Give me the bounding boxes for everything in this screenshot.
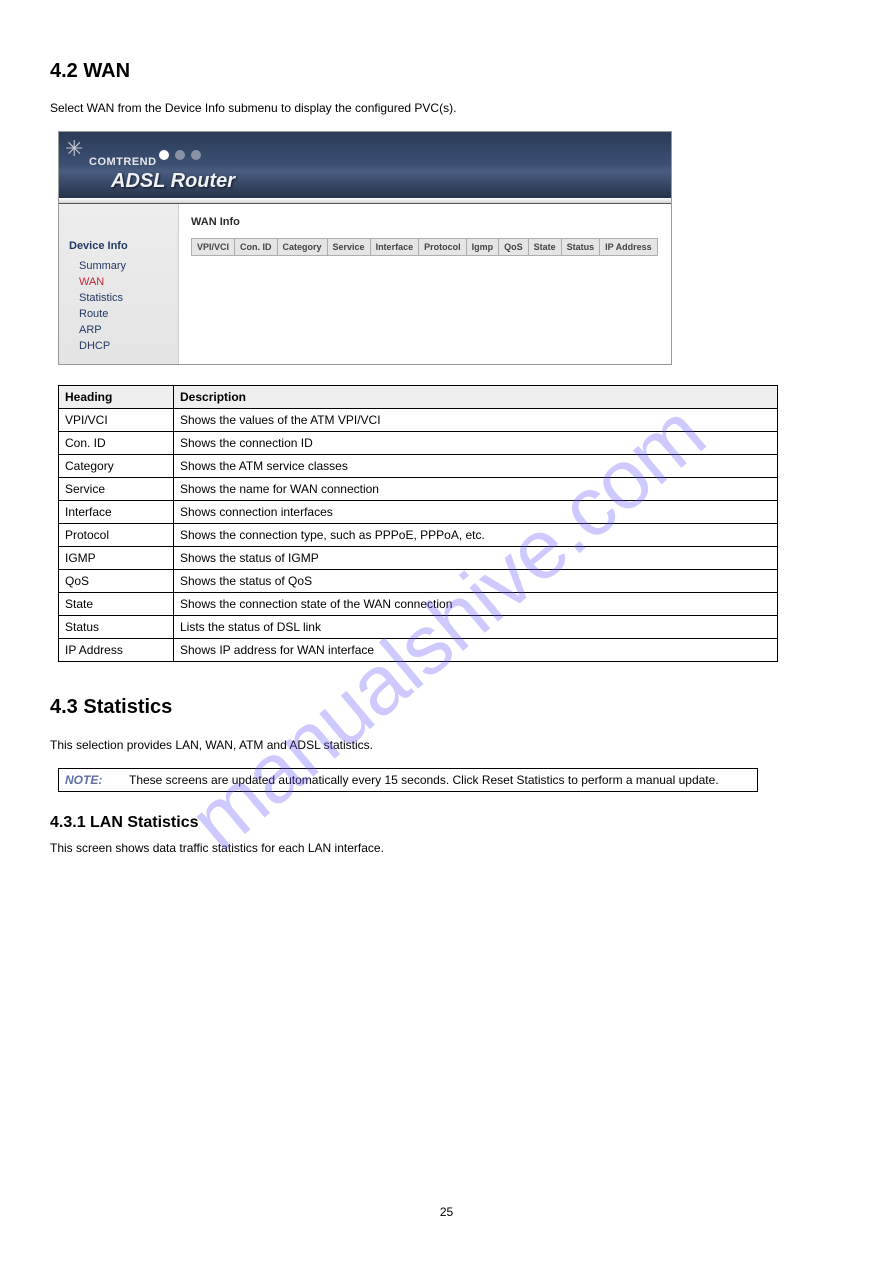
router-screenshot: ✳ COMTREND ADSL Router Device Info Summa…: [58, 131, 672, 365]
table-row: IGMPShows the status of IGMP: [59, 547, 778, 570]
cell-heading: IGMP: [59, 547, 174, 570]
desc-th-heading: Heading: [59, 386, 174, 409]
wan-info-title: WAN Info: [191, 216, 661, 228]
cell-desc: Shows the name for WAN connection: [174, 478, 778, 501]
table-row: StatusLists the status of DSL link: [59, 616, 778, 639]
cell-heading: QoS: [59, 570, 174, 593]
section-heading-statistics: 4.3 Statistics: [50, 696, 843, 719]
cell-heading: VPI/VCI: [59, 409, 174, 432]
nav-item-route[interactable]: Route: [79, 306, 178, 322]
nav-item-wan[interactable]: WAN: [79, 274, 178, 290]
table-row: CategoryShows the ATM service classes: [59, 455, 778, 478]
cell-heading: State: [59, 593, 174, 616]
cell-heading: Category: [59, 455, 174, 478]
note-box: NOTE: These screens are updated automati…: [58, 768, 758, 792]
wan-col-qos: QoS: [499, 239, 529, 256]
cell-heading: Interface: [59, 501, 174, 524]
desc-th-description: Description: [174, 386, 778, 409]
cell-desc: Shows connection interfaces: [174, 501, 778, 524]
nav-item-dhcp[interactable]: DHCP: [79, 338, 178, 354]
router-sidebar: Device Info Summary WAN Statistics Route…: [59, 204, 179, 364]
cell-heading: IP Address: [59, 639, 174, 662]
nav-item-summary[interactable]: Summary: [79, 258, 178, 274]
cell-desc: Shows IP address for WAN interface: [174, 639, 778, 662]
table-row: VPI/VCIShows the values of the ATM VPI/V…: [59, 409, 778, 432]
table-row: ProtocolShows the connection type, such …: [59, 524, 778, 547]
table-row: QoSShows the status of QoS: [59, 570, 778, 593]
subsection-heading-lan-stats: 4.3.1 LAN Statistics: [50, 814, 843, 832]
section-heading-wan: 4.2 WAN: [50, 60, 843, 83]
nav-heading-device-info[interactable]: Device Info: [69, 240, 178, 252]
nav-item-arp[interactable]: ARP: [79, 322, 178, 338]
router-brand: COMTREND: [89, 156, 157, 168]
router-banner: ✳ COMTREND ADSL Router: [59, 132, 671, 204]
wan-col-service: Service: [327, 239, 370, 256]
cell-desc: Shows the ATM service classes: [174, 455, 778, 478]
cell-heading: Con. ID: [59, 432, 174, 455]
table-row: ServiceShows the name for WAN connection: [59, 478, 778, 501]
cell-desc: Shows the status of IGMP: [174, 547, 778, 570]
wan-col-conid: Con. ID: [235, 239, 278, 256]
router-model-title: ADSL Router: [111, 170, 235, 193]
cell-desc: Shows the values of the ATM VPI/VCI: [174, 409, 778, 432]
wan-col-protocol: Protocol: [419, 239, 467, 256]
nav-item-statistics[interactable]: Statistics: [79, 290, 178, 306]
banner-dots-icon: [159, 150, 201, 160]
cell-desc: Shows the connection state of the WAN co…: [174, 593, 778, 616]
wan-col-vpivci: VPI/VCI: [192, 239, 235, 256]
wan-info-table: VPI/VCI Con. ID Category Service Interfa…: [191, 238, 658, 256]
wan-col-interface: Interface: [370, 239, 419, 256]
wan-col-igmp: Igmp: [466, 239, 499, 256]
cell-heading: Service: [59, 478, 174, 501]
note-text: These screens are updated automatically …: [129, 769, 757, 791]
page-number: 25: [0, 1205, 893, 1219]
table-row: Con. IDShows the connection ID: [59, 432, 778, 455]
note-label: NOTE:: [59, 769, 129, 791]
wan-intro-text: Select WAN from the Device Info submenu …: [50, 101, 843, 115]
wan-col-category: Category: [277, 239, 327, 256]
cell-desc: Shows the status of QoS: [174, 570, 778, 593]
stats-intro-text: This selection provides LAN, WAN, ATM an…: [50, 737, 843, 754]
cell-desc: Shows the connection type, such as PPPoE…: [174, 524, 778, 547]
lan-stats-body: This screen shows data traffic statistic…: [50, 840, 843, 857]
table-row: InterfaceShows connection interfaces: [59, 501, 778, 524]
cell-desc: Shows the connection ID: [174, 432, 778, 455]
wan-col-ipaddress: IP Address: [600, 239, 658, 256]
wan-description-table: Heading Description VPI/VCIShows the val…: [58, 385, 778, 662]
cell-desc: Lists the status of DSL link: [174, 616, 778, 639]
wan-col-status: Status: [561, 239, 600, 256]
table-row: IP AddressShows IP address for WAN inter…: [59, 639, 778, 662]
cell-heading: Protocol: [59, 524, 174, 547]
wan-col-state: State: [528, 239, 561, 256]
cell-heading: Status: [59, 616, 174, 639]
table-row: StateShows the connection state of the W…: [59, 593, 778, 616]
logo-swirl-icon: ✳: [65, 136, 91, 162]
